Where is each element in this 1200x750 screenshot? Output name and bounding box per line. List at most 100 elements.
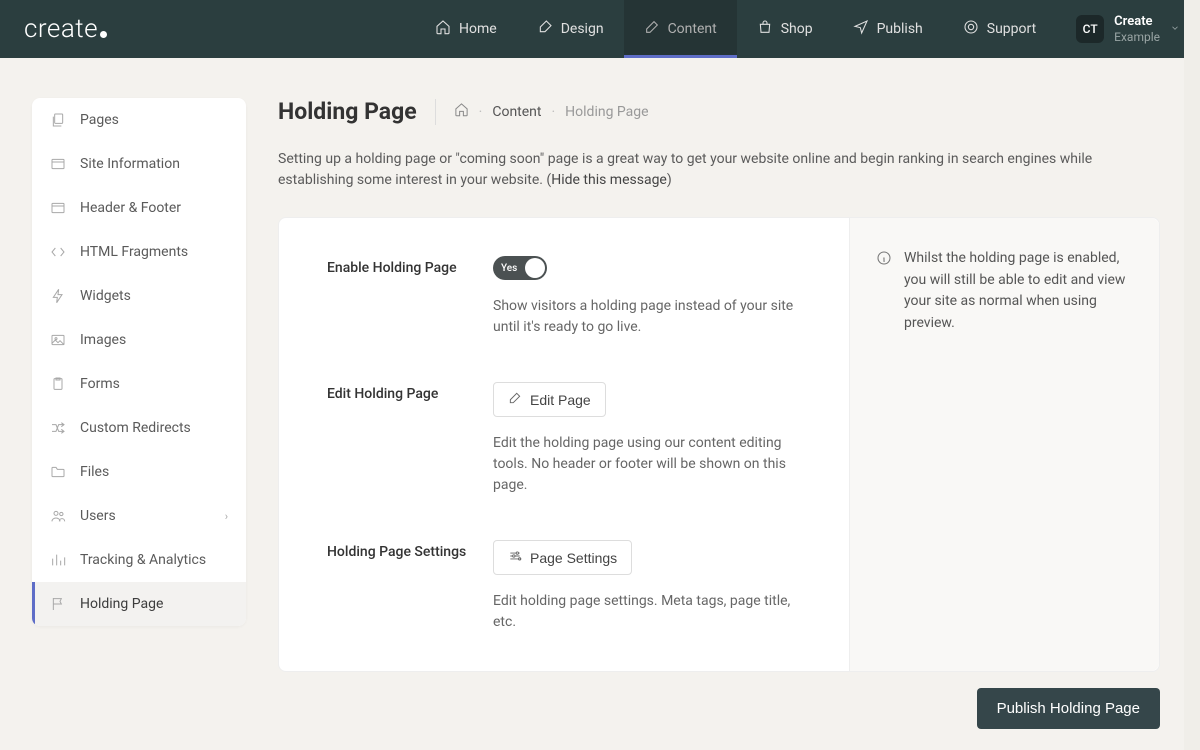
settings-card: Enable Holding Page Yes Show visitors a … (278, 217, 1160, 672)
sidebar-item-files[interactable]: Files (32, 450, 246, 494)
sliders-icon (508, 549, 522, 566)
avatar: CT (1076, 15, 1104, 43)
sidebar-item-label: Widgets (80, 288, 131, 304)
sidebar-item-images[interactable]: Images (32, 318, 246, 362)
hide-message-link[interactable]: Hide this message (551, 172, 667, 188)
sidebar-item-users[interactable]: Users › (32, 494, 246, 538)
sidebar-item-html-fragments[interactable]: HTML Fragments (32, 230, 246, 274)
field-settings: Holding Page Settings Page Settings Edit… (327, 540, 801, 633)
sidebar-item-label: HTML Fragments (80, 244, 188, 260)
field-body: Page Settings Edit holding page settings… (493, 540, 801, 633)
field-desc: Edit holding page settings. Meta tags, p… (493, 591, 801, 633)
sidebar-item-label: Pages (80, 112, 119, 128)
info-text: Whilst the holding page is enabled, you … (904, 248, 1133, 335)
field-desc: Show visitors a holding page instead of … (493, 296, 801, 338)
sidebar-item-forms[interactable]: Forms (32, 362, 246, 406)
brand-logo[interactable]: create (24, 0, 107, 58)
sidebar-item-pages[interactable]: Pages (32, 98, 246, 142)
sidebar-item-label: Header & Footer (80, 200, 181, 216)
sidebar-item-tracking[interactable]: Tracking & Analytics (32, 538, 246, 582)
sidebar-item-label: Custom Redirects (80, 420, 191, 436)
field-body: Yes Show visitors a holding page instead… (493, 256, 801, 338)
breadcrumb: · Content · Holding Page (454, 102, 649, 121)
toggle-label: Yes (501, 263, 517, 274)
home-icon (435, 19, 451, 39)
divider (435, 99, 436, 125)
sidebar-item-label: Images (80, 332, 126, 348)
field-desc: Edit the holding page using our content … (493, 433, 801, 496)
field-body: Edit Page Edit the holding page using ou… (493, 382, 801, 496)
content-wrap: Pages Site Information Header & Footer H… (0, 58, 1200, 750)
intro-post: ) (667, 172, 672, 188)
info-box: Whilst the holding page is enabled, you … (876, 248, 1133, 335)
bag-icon (757, 19, 773, 39)
send-icon (853, 19, 869, 39)
field-label: Enable Holding Page (327, 256, 493, 338)
intro-text: Setting up a holding page or "coming soo… (278, 149, 1160, 191)
button-label: Edit Page (530, 392, 591, 408)
nav-shop[interactable]: Shop (737, 0, 833, 58)
sidebar-item-redirects[interactable]: Custom Redirects (32, 406, 246, 450)
nav-label: Support (987, 21, 1036, 37)
card-main: Enable Holding Page Yes Show visitors a … (279, 218, 849, 671)
help-icon (963, 19, 979, 39)
breadcrumb-link[interactable]: Content (492, 104, 541, 120)
actions-row: Publish Holding Page (278, 688, 1160, 749)
info-icon (876, 248, 892, 335)
chevron-right-icon: › (225, 510, 228, 523)
brand-text: create (24, 14, 98, 44)
sidebar-item-site-info[interactable]: Site Information (32, 142, 246, 186)
user-menu[interactable]: CT Create Example (1056, 0, 1200, 58)
separator: · (479, 104, 483, 120)
toggle-knob (525, 258, 545, 278)
edit-icon (508, 391, 522, 408)
top-nav: create Home Design Content Shop Publish … (0, 0, 1200, 58)
sidebar-item-label: Files (80, 464, 109, 480)
nav-design[interactable]: Design (517, 0, 624, 58)
nav-label: Home (459, 21, 497, 37)
sidebar: Pages Site Information Header & Footer H… (32, 98, 246, 626)
home-icon[interactable] (454, 102, 469, 121)
intro-pre: Setting up a holding page or "coming soo… (278, 151, 1092, 188)
main-column: Holding Page · Content · Holding Page Se… (278, 98, 1160, 750)
edit-page-button[interactable]: Edit Page (493, 382, 606, 417)
separator: · (552, 104, 556, 120)
chevron-down-icon (1170, 21, 1180, 37)
field-enable: Enable Holding Page Yes Show visitors a … (327, 256, 801, 338)
nav-support[interactable]: Support (943, 0, 1056, 58)
user-name: Create (1114, 14, 1160, 30)
nav-home[interactable]: Home (415, 0, 517, 58)
primary-nav: Home Design Content Shop Publish Support (415, 0, 1056, 58)
scrollbar-track[interactable] (1184, 0, 1200, 750)
button-label: Page Settings (530, 550, 617, 566)
sidebar-item-widgets[interactable]: Widgets (32, 274, 246, 318)
sidebar-item-holding-page[interactable]: Holding Page (32, 582, 246, 626)
user-info: Create Example (1114, 14, 1160, 44)
sidebar-item-label: Site Information (80, 156, 180, 172)
card-info-panel: Whilst the holding page is enabled, you … (849, 218, 1159, 671)
brand-dot-icon (100, 31, 107, 38)
page-title: Holding Page (278, 98, 417, 125)
sidebar-item-label: Holding Page (80, 596, 163, 612)
nav-label: Publish (877, 21, 923, 37)
edit-icon (644, 19, 660, 39)
nav-label: Design (561, 21, 604, 37)
nav-label: Content (668, 21, 717, 37)
page-settings-button[interactable]: Page Settings (493, 540, 632, 575)
field-label: Holding Page Settings (327, 540, 493, 633)
nav-content[interactable]: Content (624, 0, 737, 58)
sidebar-item-header-footer[interactable]: Header & Footer (32, 186, 246, 230)
enable-toggle[interactable]: Yes (493, 256, 547, 280)
breadcrumb-current: Holding Page (565, 104, 648, 120)
field-label: Edit Holding Page (327, 382, 493, 496)
sidebar-item-label: Tracking & Analytics (80, 552, 206, 568)
sidebar-item-label: Users (80, 508, 116, 524)
sidebar-item-label: Forms (80, 376, 120, 392)
nav-label: Shop (781, 21, 813, 37)
brush-icon (537, 19, 553, 39)
user-sub: Example (1114, 30, 1160, 44)
page-header: Holding Page · Content · Holding Page (278, 98, 1160, 125)
field-edit: Edit Holding Page Edit Page Edit the hol… (327, 382, 801, 496)
publish-holding-page-button[interactable]: Publish Holding Page (977, 688, 1160, 729)
nav-publish[interactable]: Publish (833, 0, 943, 58)
